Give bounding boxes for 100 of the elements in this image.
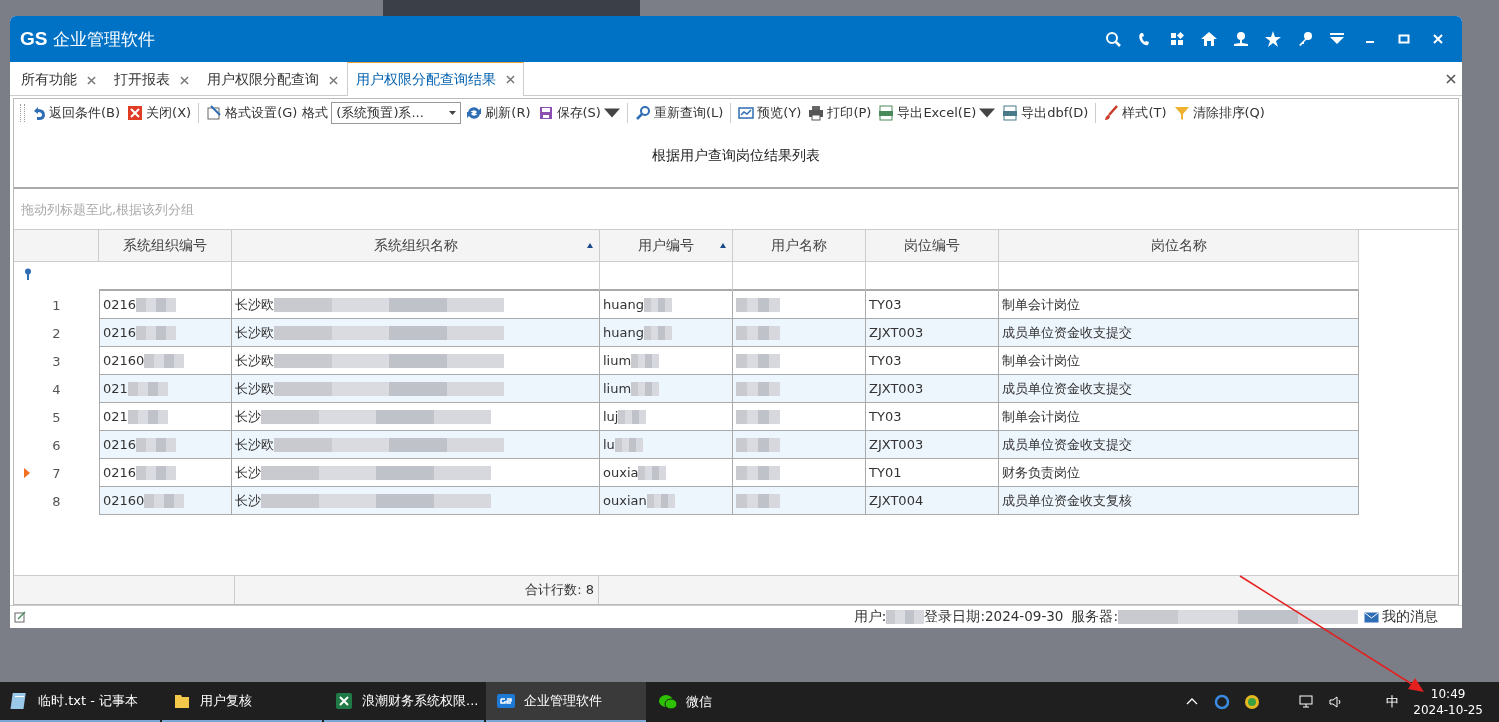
table-cell: huang [603, 297, 644, 312]
table-cell: luj [603, 409, 619, 424]
filter-cell[interactable] [733, 262, 866, 291]
filter-cell[interactable] [99, 262, 232, 291]
user-icon[interactable] [1233, 31, 1249, 47]
table-cell: 021 [103, 409, 128, 424]
format-select[interactable]: (系统预置)系... [331, 102, 462, 124]
app-logo-icon [496, 691, 516, 711]
close-icon[interactable] [1431, 32, 1445, 46]
table-cell: 长沙 [235, 463, 261, 482]
row-number: 4 [52, 381, 61, 397]
dropdown-icon[interactable] [1329, 31, 1345, 47]
home-icon[interactable] [1201, 31, 1217, 47]
input-method[interactable]: 中 [1386, 693, 1400, 711]
table-cell: TY03 [869, 409, 902, 424]
clock[interactable]: 10:49 2024-10-25 [1413, 686, 1483, 718]
toolbar-button[interactable]: 样式(T) [1101, 103, 1169, 123]
column-header[interactable]: 系统组织编号 [99, 230, 232, 262]
table-cell: ouxia [603, 465, 639, 480]
filter-cell[interactable] [866, 262, 999, 291]
filter-icon[interactable] [22, 268, 34, 280]
close-icon[interactable] [329, 75, 338, 85]
blur-mosaic [643, 325, 672, 340]
taskbar-app[interactable]: 微信 [648, 682, 808, 722]
toolbar-button[interactable]: 格式设置(G) [204, 103, 300, 123]
table-cell: ZJXT003 [869, 325, 924, 340]
chat-icon [658, 692, 678, 712]
refresh-icon [466, 105, 483, 121]
column-header[interactable]: 用户编号 [600, 230, 733, 262]
mail-icon[interactable] [1364, 611, 1379, 623]
toolbar-button[interactable]: 刷新(R) [464, 103, 533, 123]
blur-mosaic [646, 493, 675, 508]
row-number: 5 [52, 409, 61, 425]
row-number: 8 [52, 493, 61, 509]
blur-mosaic [127, 409, 168, 424]
table-cell: ZJXT004 [869, 493, 924, 508]
taskbar-app[interactable]: 浪潮财务系统权限... [324, 682, 484, 722]
tray-app-icon[interactable] [1214, 694, 1231, 710]
table-cell: 成员单位资金收支提交 [1002, 435, 1132, 454]
toolbar-button[interactable]: 预览(Y) [736, 103, 804, 123]
toolbar-button[interactable]: 关闭(X) [125, 103, 194, 123]
row-number: 3 [52, 353, 61, 369]
group-panel-field[interactable]: 拖动列标题至此,根据该列分组 [19, 200, 423, 218]
close-icon[interactable] [180, 75, 189, 85]
star-icon[interactable] [1265, 31, 1281, 47]
tray-app-icon[interactable] [1244, 694, 1261, 710]
table-cell: huang [603, 325, 644, 340]
tab[interactable]: 用户权限分配查询结果 [347, 62, 524, 96]
table-cell: 021 [103, 381, 128, 396]
tab[interactable]: 用户权限分配查询 [198, 64, 347, 95]
column-header[interactable]: 用户名称 [733, 230, 866, 262]
blur-mosaic [736, 353, 780, 368]
toolbar-button[interactable]: 导出dbf(D) [1000, 103, 1091, 123]
blur-mosaic [736, 465, 780, 480]
close-icon[interactable] [506, 75, 515, 84]
column-header[interactable]: 岗位编号 [866, 230, 999, 262]
search-icon[interactable] [1105, 31, 1121, 47]
taskbar-app[interactable]: 企业管理软件 [486, 682, 646, 722]
funnel-icon [1173, 105, 1190, 121]
report-title: 根据用户查询岗位结果列表 [652, 146, 820, 165]
tab[interactable]: 所有功能 [12, 64, 105, 95]
toolbar-button[interactable]: 导出Excel(E) [876, 103, 998, 123]
toolbar-button[interactable]: 保存(S) [535, 103, 622, 123]
tab[interactable]: 打开报表 [105, 64, 198, 95]
toolbar-button[interactable]: 重新查询(L) [632, 103, 726, 123]
close-icon[interactable] [87, 75, 96, 85]
toolbar-button[interactable]: 清除排序(Q) [1171, 103, 1267, 123]
close-icon [127, 105, 144, 121]
row-number: 1 [52, 297, 61, 313]
toolbar-button[interactable]: 返回条件(B) [28, 103, 123, 123]
table-cell: 长沙欧 [235, 435, 274, 454]
messages-link[interactable]: 我的消息 [1382, 608, 1438, 626]
toolbar-button[interactable]: 打印(P) [806, 103, 874, 123]
row-number: 6 [52, 437, 61, 453]
filter-cell[interactable] [999, 262, 1359, 291]
status-server: 服务器: [1071, 608, 1118, 626]
taskbar-app[interactable]: 临时.txt - 记事本 [0, 682, 160, 722]
filter-cell[interactable] [232, 262, 600, 291]
blur-mosaic [736, 325, 780, 340]
table-cell: TY03 [869, 353, 902, 368]
taskbar-app[interactable]: 用户复核 [162, 682, 322, 722]
table-cell: lium [603, 353, 632, 368]
key-icon[interactable] [1297, 31, 1313, 47]
table-cell: 长沙欧 [235, 379, 274, 398]
status-user: 用户: [853, 608, 887, 626]
filter-cell[interactable] [600, 262, 733, 291]
column-header[interactable]: 岗位名称 [999, 230, 1359, 262]
apps-icon[interactable] [1169, 31, 1185, 47]
blur-mosaic [136, 465, 177, 480]
table-cell: 制单会计岗位 [1002, 407, 1080, 426]
blur-mosaic [136, 297, 177, 312]
caret-icon[interactable] [449, 111, 457, 115]
blur-mosaic [638, 465, 667, 480]
table-cell: 0216 [103, 325, 137, 340]
table-cell: 财务负责岗位 [1002, 463, 1080, 482]
column-header[interactable]: 系统组织名称 [232, 230, 600, 262]
network-icon[interactable] [1298, 694, 1315, 710]
table-cell: 02160 [103, 493, 145, 508]
maximize-icon[interactable] [1397, 32, 1411, 46]
table-cell: lu [603, 437, 615, 452]
